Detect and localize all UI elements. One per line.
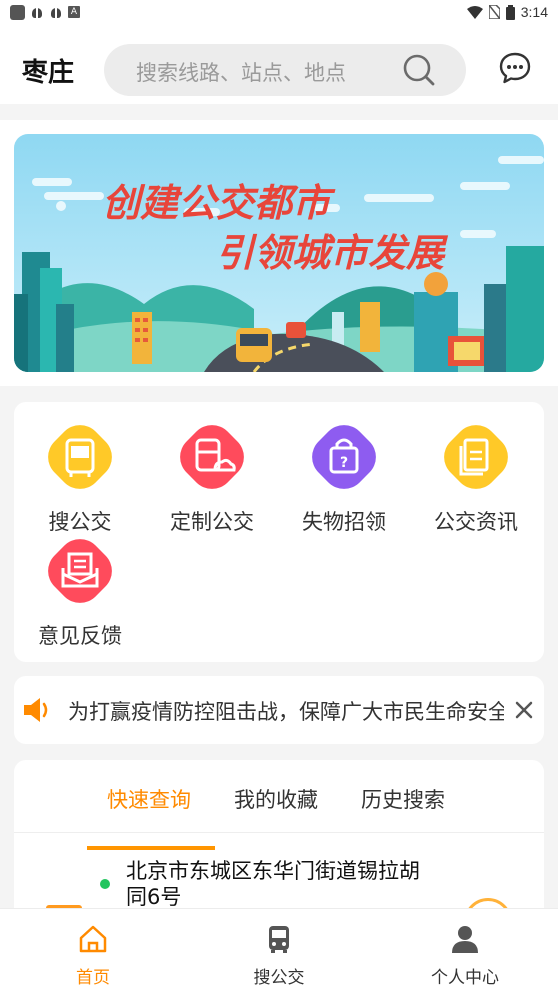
menu-item-search-bus[interactable]: 搜公交 — [20, 422, 140, 536]
feedback-mail-icon — [48, 539, 112, 603]
banner-section: 创建公交都市 引领城市发展 — [0, 120, 558, 386]
tab-history[interactable]: 历史搜索 — [361, 784, 445, 814]
menu-label: 意见反馈 — [38, 624, 122, 648]
svg-text:?: ? — [340, 455, 348, 471]
tab-indicator — [87, 846, 215, 850]
location-status-dot — [100, 879, 110, 889]
tab-divider — [14, 832, 544, 833]
user-icon — [452, 926, 478, 953]
nav-label: 个人中心 — [431, 968, 499, 988]
locate-button[interactable] — [464, 898, 512, 908]
nav-home[interactable]: 首页 — [33, 923, 153, 988]
battery-icon — [505, 4, 515, 20]
message-icon[interactable] — [498, 51, 532, 85]
notification-square-icon — [10, 4, 25, 20]
search-input[interactable]: 搜索线路、站点、地点 — [104, 44, 466, 96]
search-icon[interactable] — [402, 53, 436, 87]
debug-bug-icon — [30, 5, 44, 19]
current-location[interactable]: 北京市东城区东华门街道锡拉胡同6号 — [126, 858, 436, 908]
close-icon[interactable] — [510, 696, 538, 724]
menu-label: 定制公交 — [170, 510, 254, 534]
debug-bug-icon-2 — [49, 5, 63, 19]
shopping-bag-icon: ? — [312, 425, 376, 489]
query-tabs: 快速查询 我的收藏 历史搜索 — [14, 780, 544, 850]
banner-slogan-1: 创建公交都市 — [102, 181, 336, 225]
nav-label: 搜公交 — [253, 968, 305, 988]
tab-my-favorites[interactable]: 我的收藏 — [234, 784, 318, 814]
no-sim-icon — [488, 5, 500, 19]
nav-profile[interactable]: 个人中心 — [405, 923, 525, 988]
status-time: 3:14 — [520, 4, 548, 20]
promo-banner[interactable]: 创建公交都市 引领城市发展 — [14, 134, 544, 372]
banner-slogan-2: 引领城市发展 — [216, 231, 449, 275]
menu-label: 搜公交 — [48, 510, 112, 534]
home-icon — [79, 925, 107, 953]
a-notification-icon: A — [68, 6, 80, 18]
bus-icon — [48, 425, 112, 489]
menu-item-custom-bus[interactable]: 定制公交 — [152, 422, 272, 536]
bus-icon — [269, 926, 289, 953]
menu-item-lost-found[interactable]: ? 失物招领 — [284, 422, 404, 536]
custom-bus-icon — [180, 425, 244, 489]
search-placeholder: 搜索线路、站点、地点 — [136, 61, 346, 85]
wifi-icon — [466, 5, 483, 19]
menu-item-feedback[interactable]: 意见反馈 — [20, 536, 140, 650]
nav-search-bus[interactable]: 搜公交 — [219, 923, 339, 988]
menu-label: 公交资讯 — [434, 510, 518, 534]
news-document-icon — [444, 425, 508, 489]
speaker-icon — [24, 698, 48, 722]
status-bar: A 3:14 — [0, 0, 558, 24]
header: 枣庄 搜索线路、站点、地点 — [0, 24, 558, 104]
menu-item-bus-news[interactable]: 公交资讯 — [416, 422, 536, 536]
bottom-nav: 首页 搜公交 个人中心 — [0, 908, 558, 992]
quick-menu: 搜公交 定制公交 ? 失物招领 公交资讯 意见反馈 — [14, 402, 544, 662]
nav-label: 首页 — [76, 968, 110, 988]
menu-label: 失物招领 — [302, 510, 386, 534]
tab-quick-query[interactable]: 快速查询 — [107, 784, 191, 814]
city-selector[interactable]: 枣庄 — [22, 52, 74, 89]
banner-illustration: 创建公交都市 引领城市发展 — [14, 134, 544, 372]
query-section: 快速查询 我的收藏 历史搜索 北京市东城区东华门街道锡拉胡同6号 — [14, 760, 544, 908]
notice-text: 为打赢疫情防控阻击战，保障广大市民生命安全 — [68, 700, 504, 724]
notice-bar[interactable]: 为打赢疫情防控阻击战，保障广大市民生命安全 — [14, 676, 544, 744]
